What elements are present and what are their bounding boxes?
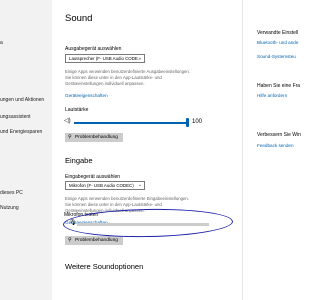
sidebar-item-notifications[interactable]: ungen und Aktionen bbox=[0, 97, 44, 103]
volume-label: Lautstärke bbox=[65, 107, 89, 113]
chevron-down-icon: ⌄ bbox=[137, 182, 142, 188]
related-settings-panel: Verwandte Einstell Bluetooth- und ande S… bbox=[249, 0, 301, 300]
speaker-icon: ◁) bbox=[64, 118, 71, 124]
sidebar-item-usage[interactable]: Nutzung bbox=[0, 205, 19, 211]
output-troubleshoot-label: Problembehandlung bbox=[75, 135, 118, 140]
sidebar-item-this-pc[interactable]: dieses PC bbox=[0, 190, 23, 196]
wrench-icon: ⚲ bbox=[68, 134, 72, 140]
sidebar-item-label: Nutzung bbox=[0, 205, 19, 211]
input-device-value: Mikrofon (F- USB Audio CODEC) bbox=[69, 183, 134, 188]
volume-value: 100 bbox=[192, 119, 203, 125]
page-title: Sound bbox=[65, 13, 93, 24]
related-title: Verwandte Einstell bbox=[257, 30, 299, 36]
feedback-link[interactable]: Feedback senden bbox=[257, 143, 294, 148]
sound-settings-main: Sound Ausgabegerät auswählen Lautspreche… bbox=[52, 0, 242, 300]
volume-slider-thumb[interactable] bbox=[186, 118, 189, 127]
sidebar-item-label: und Energiesparen bbox=[0, 129, 43, 135]
settings-sidebar: a ungen und Aktionen ungsassistent und E… bbox=[0, 0, 52, 300]
output-properties-link[interactable]: Geräteeigenschaften bbox=[65, 93, 108, 98]
output-description: Einige Apps verwenden benutzerdefinierte… bbox=[65, 69, 190, 87]
related-link-bluetooth[interactable]: Bluetooth- und ande bbox=[257, 40, 298, 45]
input-device-dropdown[interactable]: Mikrofon (F- USB Audio CODEC) ⌄ bbox=[65, 181, 145, 190]
output-device-value: Lautsprecher (F- USB Audio CODE... bbox=[69, 56, 142, 61]
improve-title: Verbessern Sie Win bbox=[257, 132, 301, 138]
input-device-label: Eingabegerät auswählen bbox=[65, 174, 121, 180]
output-device-label: Ausgabegerät auswählen bbox=[65, 46, 122, 52]
output-troubleshoot-button[interactable]: ⚲ Problembehandlung bbox=[65, 133, 123, 142]
input-troubleshoot-button[interactable]: ⚲ Problembehandlung bbox=[65, 236, 123, 245]
wrench-icon: ⚲ bbox=[68, 237, 72, 243]
sidebar-item-power[interactable]: und Energiesparen bbox=[0, 129, 42, 135]
sidebar-item-label: ungsassistent bbox=[0, 114, 31, 120]
sidebar-item-label: ungen und Aktionen bbox=[0, 97, 45, 103]
sidebar-item-search[interactable]: a bbox=[0, 40, 3, 46]
input-section-title: Eingabe bbox=[65, 156, 93, 165]
chevron-down-icon: ⌄ bbox=[137, 55, 142, 61]
help-title: Haben Sie eine Fra bbox=[257, 83, 301, 89]
volume-slider-fill bbox=[74, 122, 188, 124]
input-troubleshoot-label: Problembehandlung bbox=[75, 238, 118, 243]
sidebar-item-focus-assist[interactable]: ungsassistent bbox=[0, 114, 31, 120]
output-device-dropdown[interactable]: Lautsprecher (F- USB Audio CODE... ⌄ bbox=[65, 54, 145, 63]
panel-divider bbox=[242, 0, 243, 300]
help-link[interactable]: Hilfe anfordern bbox=[257, 93, 287, 98]
more-sound-options-title: Weitere Soundoptionen bbox=[65, 262, 144, 271]
related-link-sound-control[interactable]: Sound-Systemsteu bbox=[257, 54, 296, 59]
sidebar-item-label: a bbox=[0, 40, 3, 46]
sidebar-item-label: dieses PC bbox=[0, 190, 23, 196]
